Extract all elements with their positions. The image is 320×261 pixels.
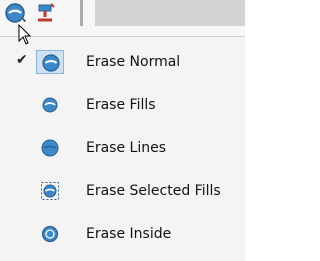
menu-item-label: Erase Fills [86,97,156,113]
erase-inside-icon [36,222,64,246]
paint-bucket-button[interactable] [33,1,57,25]
eraser-mode-menu: ✔ Erase Normal Erase Fills Erase Lines E… [0,36,245,261]
menu-item-erase-selected-fills[interactable]: Erase Selected Fills [0,173,245,209]
menu-item-label: Erase Normal [86,54,181,70]
erase-selected-fills-icon [36,179,64,203]
menu-item-label: Erase Lines [86,140,167,156]
menu-item-erase-lines[interactable]: Erase Lines [0,130,245,166]
toolbar-empty-area [95,0,245,26]
menu-item-erase-inside[interactable]: Erase Inside [0,216,245,252]
checkmark-icon: ✔ [16,52,28,68]
toolbar [0,0,245,37]
paint-bucket-icon [38,3,55,22]
menu-item-erase-fills[interactable]: Erase Fills [0,87,245,123]
erase-fills-icon [36,93,64,117]
mouse-cursor-icon [18,24,32,45]
erase-lines-icon [36,136,64,160]
eraser-icon [5,3,26,23]
menu-item-erase-normal[interactable]: ✔ Erase Normal [0,44,245,80]
toolbar-separator [80,0,83,26]
erase-normal-icon [36,50,64,74]
eraser-tool-button[interactable] [4,1,28,25]
menu-item-label: Erase Inside [86,226,172,242]
menu-item-label: Erase Selected Fills [86,183,221,199]
